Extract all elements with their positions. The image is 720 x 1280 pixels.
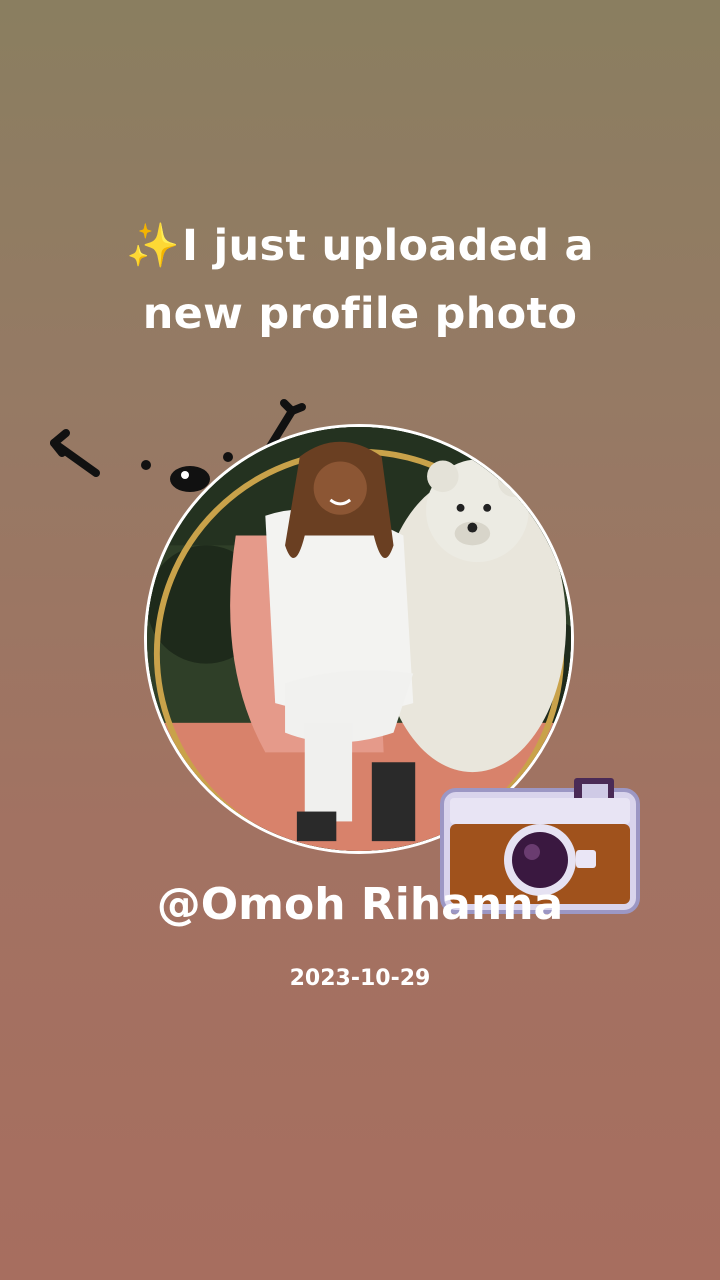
headline: ✨I just uploaded a new profile photo (0, 212, 720, 348)
username: @Omoh Rihanna (156, 879, 564, 930)
headline-line-2: new profile photo (142, 289, 578, 339)
headline-text-1: I just uploaded a (181, 221, 594, 271)
sparkles-icon: ✨ (126, 221, 180, 271)
post-date: 2023-10-29 (289, 966, 431, 991)
headline-line-1: ✨I just uploaded a (0, 212, 720, 280)
